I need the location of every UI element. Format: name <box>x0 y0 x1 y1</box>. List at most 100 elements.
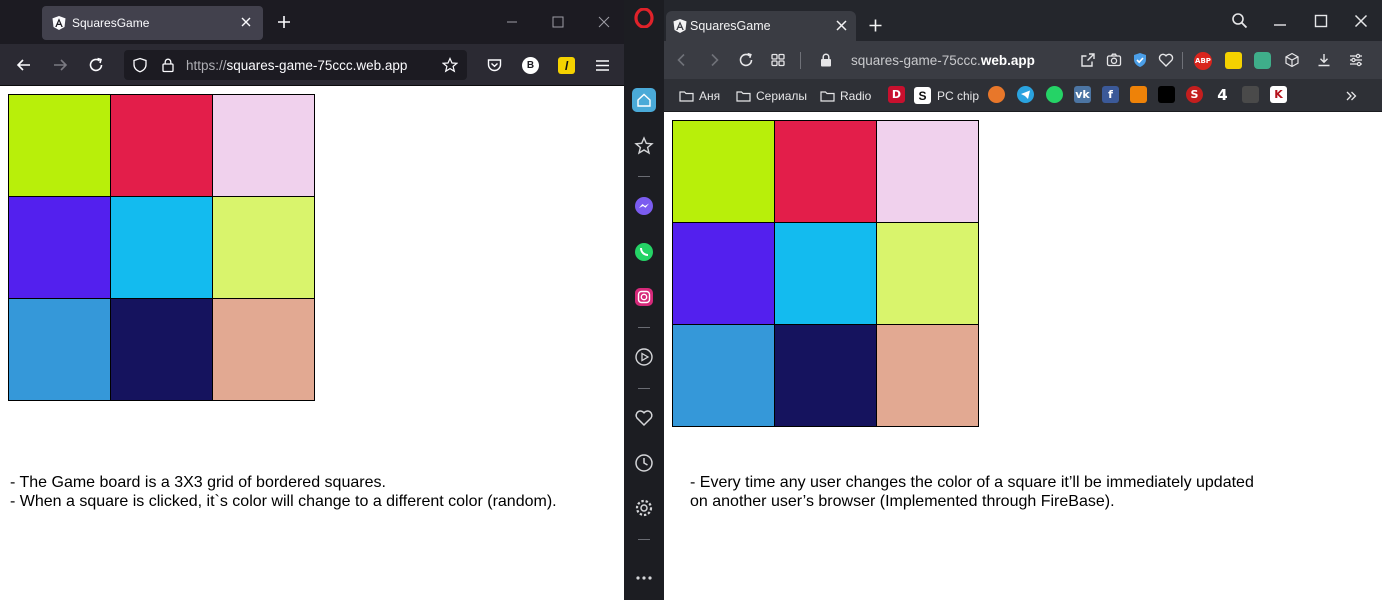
new-tab-icon[interactable] <box>276 14 292 30</box>
square-9[interactable] <box>212 298 314 400</box>
square-6[interactable] <box>876 222 978 324</box>
close-window-icon[interactable] <box>596 14 612 30</box>
easy-setup-icon[interactable] <box>1348 52 1364 68</box>
tab-title: SquaresGame <box>690 19 771 33</box>
star-icon[interactable] <box>634 136 654 156</box>
search-icon[interactable] <box>1231 12 1248 29</box>
download-icon[interactable] <box>1316 52 1332 68</box>
bookmark-folder-serialy[interactable]: Сериалы <box>736 87 807 104</box>
bookmark-star-icon[interactable] <box>442 57 458 73</box>
tab-squaresgame[interactable]: SquaresGame <box>666 11 856 41</box>
square-9[interactable] <box>876 324 978 426</box>
close-tab-icon[interactable] <box>835 19 848 32</box>
camera-icon[interactable] <box>1106 52 1122 68</box>
bookmark-folder-radio[interactable]: Radio <box>820 87 871 104</box>
address-bar-row: squares-game-75ccc.web.app ABP <box>664 41 1382 79</box>
square-5[interactable] <box>774 222 876 324</box>
whatsapp-icon[interactable] <box>634 242 654 262</box>
bookmark-orange-icon[interactable] <box>988 86 1005 103</box>
tracking-shield-icon[interactable] <box>132 57 148 73</box>
square-5[interactable] <box>110 196 212 298</box>
note-line: on another user’s browser (Implemented t… <box>690 493 1115 510</box>
game-board <box>8 94 315 401</box>
more-dots-icon[interactable] <box>634 568 654 588</box>
square-4[interactable] <box>8 196 110 298</box>
maximize-icon[interactable] <box>550 14 566 30</box>
tab-squaresgame[interactable]: SquaresGame <box>42 6 263 40</box>
shield-check-icon[interactable] <box>1132 52 1148 68</box>
vpn-extension-icon[interactable] <box>1254 52 1271 69</box>
minimize-icon[interactable] <box>504 14 520 30</box>
speed-dial-button[interactable] <box>632 88 656 112</box>
bookmark-pc-chip[interactable]: S PC chip <box>914 87 979 104</box>
extension-l-icon[interactable] <box>1225 52 1242 69</box>
square-1[interactable] <box>672 120 774 222</box>
cube-icon[interactable] <box>1284 52 1300 68</box>
reload-icon[interactable] <box>87 56 105 74</box>
messenger-icon[interactable] <box>634 196 654 216</box>
minimize-icon[interactable] <box>1272 13 1288 29</box>
folder-icon <box>679 90 694 102</box>
square-1[interactable] <box>8 94 110 196</box>
facebook-icon[interactable]: f <box>1102 86 1119 103</box>
pocket-icon[interactable] <box>486 57 503 74</box>
tab-strip: SquaresGame <box>0 0 624 44</box>
bookmark-folder-anya[interactable]: Аня <box>679 87 720 104</box>
reload-icon[interactable] <box>738 52 754 68</box>
bookmark-s-icon[interactable]: S <box>1186 86 1203 103</box>
maximize-icon[interactable] <box>1313 13 1329 29</box>
share-icon[interactable] <box>1080 52 1096 68</box>
world-of-tanks-icon[interactable] <box>1242 86 1259 103</box>
forward-arrow-icon[interactable] <box>51 56 69 74</box>
square-2[interactable] <box>774 120 876 222</box>
heart-icon[interactable] <box>634 408 654 428</box>
back-arrow-icon[interactable] <box>15 56 33 74</box>
square-6[interactable] <box>212 196 314 298</box>
square-3[interactable] <box>876 120 978 222</box>
close-tab-icon[interactable] <box>239 15 253 29</box>
url-text[interactable]: squares-game-75ccc.web.app <box>851 53 1035 68</box>
lock-icon[interactable] <box>160 57 176 73</box>
angular-favicon-icon <box>673 19 687 33</box>
whatsapp-icon[interactable] <box>1046 86 1063 103</box>
home-icon <box>637 93 651 107</box>
square-8[interactable] <box>774 324 876 426</box>
forward-chevron-icon[interactable] <box>706 52 722 68</box>
menu-hamburger-icon[interactable] <box>594 57 611 74</box>
url-bar[interactable]: https://squares-game-75ccc.web.app <box>124 50 467 80</box>
heart-icon[interactable] <box>1158 52 1174 68</box>
square-7[interactable] <box>8 298 110 400</box>
more-bookmarks-chevron-icon[interactable] <box>1344 89 1358 103</box>
adblock-plus-icon[interactable]: ABP <box>1194 52 1212 70</box>
url-text[interactable]: https://squares-game-75ccc.web.app <box>186 58 407 73</box>
opera-logo-icon[interactable] <box>634 8 654 28</box>
extension-b-icon[interactable]: B <box>522 57 539 74</box>
square-2[interactable] <box>110 94 212 196</box>
odnoklassniki-icon[interactable] <box>1130 86 1147 103</box>
bookmark-d-icon[interactable]: D <box>888 86 905 103</box>
bookmark-tower-icon[interactable] <box>1158 86 1175 103</box>
back-chevron-icon[interactable] <box>674 52 690 68</box>
folder-icon <box>820 90 835 102</box>
close-window-icon[interactable] <box>1353 13 1369 29</box>
bookmarks-bar: Аня Сериалы Radio D S PC chip vk f S 4 K <box>664 79 1382 112</box>
lock-icon[interactable] <box>818 52 834 68</box>
telegram-icon[interactable] <box>1017 86 1034 103</box>
sidebar-divider <box>638 327 650 328</box>
bookmark-k-icon[interactable]: K <box>1270 86 1287 103</box>
square-7[interactable] <box>672 324 774 426</box>
new-tab-icon[interactable] <box>868 18 883 33</box>
vk-icon[interactable]: vk <box>1074 86 1091 103</box>
history-clock-icon[interactable] <box>634 453 654 473</box>
tab-grid-icon[interactable] <box>770 52 786 68</box>
instagram-icon[interactable] <box>634 287 654 307</box>
channel-four-icon[interactable]: 4 <box>1214 86 1231 104</box>
player-icon[interactable] <box>634 347 654 367</box>
description-notes: - The Game board is a 3X3 grid of border… <box>10 473 557 511</box>
note-line: - When a square is clicked, it`s color w… <box>10 493 557 510</box>
square-8[interactable] <box>110 298 212 400</box>
square-4[interactable] <box>672 222 774 324</box>
settings-gear-icon[interactable] <box>634 498 654 518</box>
square-3[interactable] <box>212 94 314 196</box>
extension-l-icon[interactable]: l <box>558 57 575 74</box>
